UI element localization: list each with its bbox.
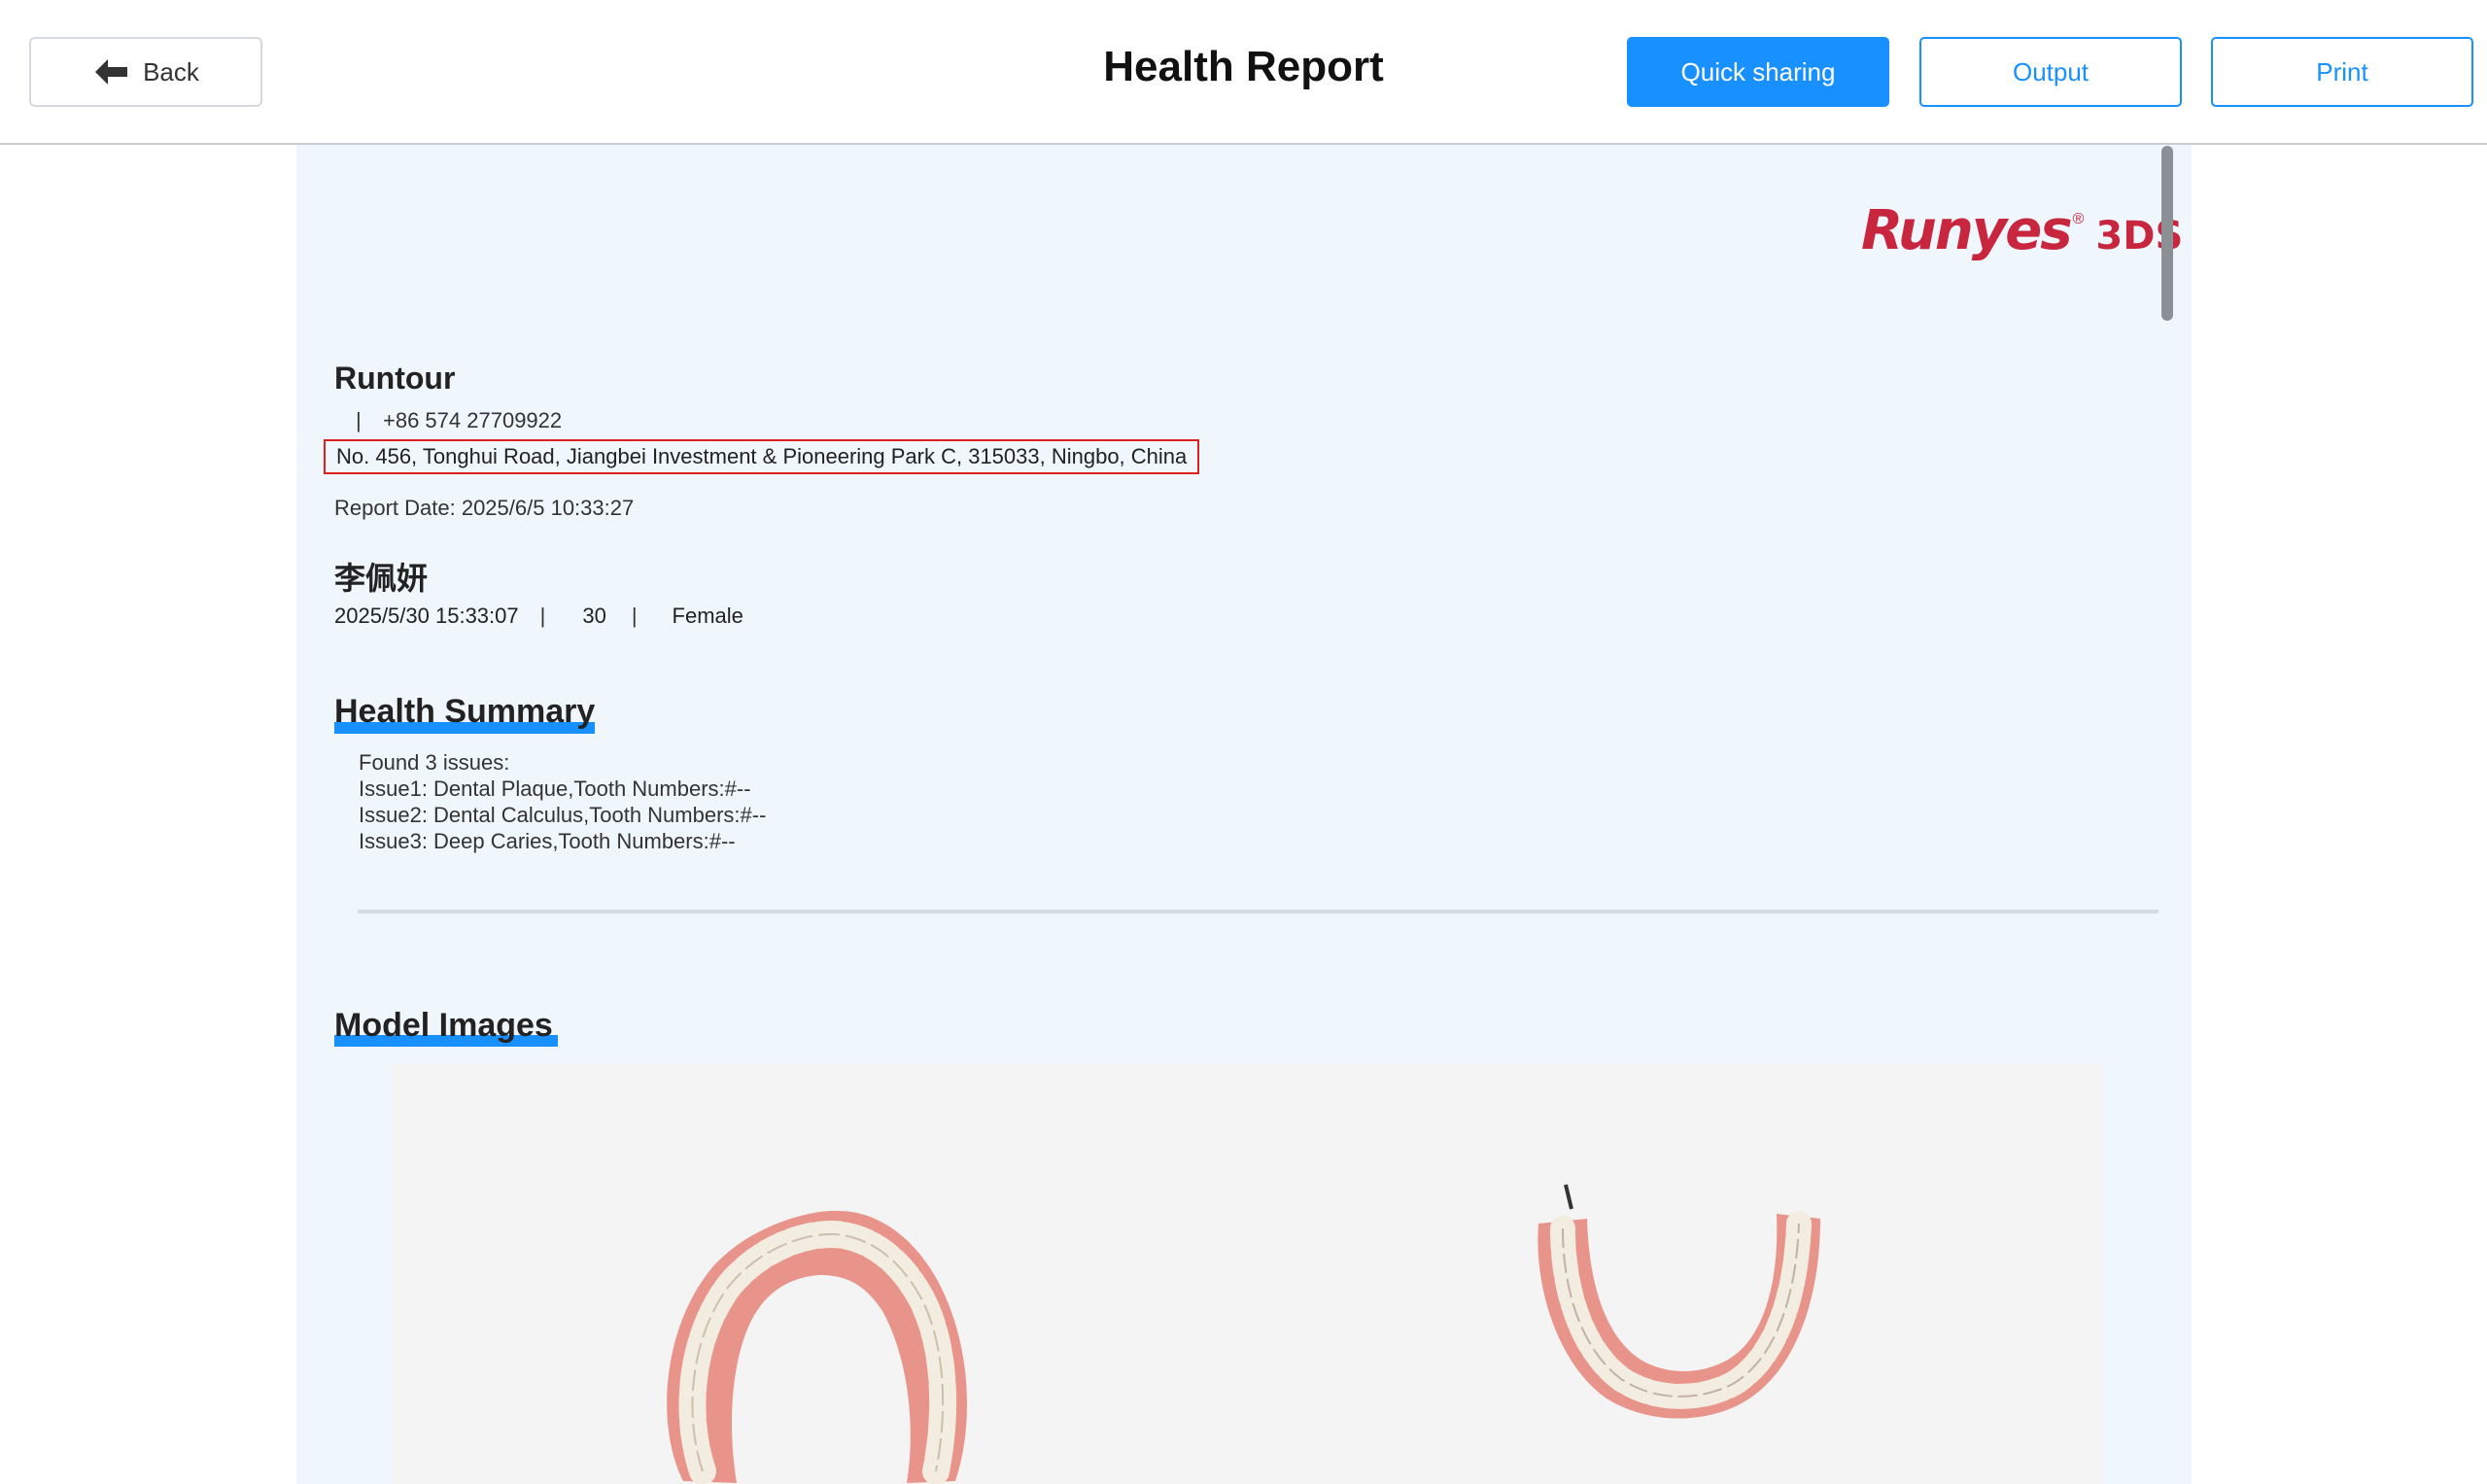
summary-line: Issue3: Deep Caries,Tooth Numbers:#--: [359, 829, 736, 853]
quick-sharing-label: Quick sharing: [1680, 56, 1836, 86]
report-scrollbar[interactable]: [2161, 146, 2173, 321]
health-summary-title: Health Summary: [334, 693, 596, 730]
output-button[interactable]: Output: [1919, 37, 2182, 107]
summary-line: Issue1: Dental Plaque,Tooth Numbers:#--: [359, 777, 751, 801]
back-button[interactable]: Back: [29, 37, 262, 107]
clinic-phone: +86 574 27709922: [383, 408, 563, 432]
scan-time: 2025/5/30 15:33:07: [334, 604, 519, 628]
patient-separator: |: [539, 604, 546, 628]
phone-separator: |: [356, 408, 362, 432]
back-button-label: Back: [143, 56, 199, 86]
output-label: Output: [2012, 56, 2090, 86]
upper-jaw-model-image: [667, 1210, 967, 1484]
patient-gender: Female: [672, 604, 743, 628]
clinic-address-text: No. 456, Tonghui Road, Jiangbei Investme…: [336, 444, 1188, 468]
model-images-title: Model Images: [334, 1007, 553, 1044]
summary-line: Found 3 issues:: [359, 750, 510, 775]
health-summary-body: Found 3 issues: Issue1: Dental Plaque,To…: [359, 749, 766, 854]
section-divider: [358, 910, 2159, 914]
top-bar: Back Health Report Quick sharing Output …: [0, 0, 2487, 145]
model-images-panel: [392, 1063, 2102, 1484]
patient-separator: |: [631, 604, 638, 628]
print-button[interactable]: Print: [2211, 37, 2473, 107]
logo-registered-mark: ®: [2072, 211, 2085, 227]
arrow-left-icon: [95, 59, 128, 85]
report-date: Report Date: 2025/6/5 10:33:27: [334, 496, 635, 520]
clinic-name: Runtour: [334, 361, 456, 396]
patient-age: 30: [582, 604, 606, 628]
logo-main-text: Runyes: [1861, 199, 2073, 262]
patient-name: 李佩妍: [334, 561, 429, 596]
patient-info-line: 2025/5/30 15:33:07 | 30 | Female: [334, 604, 743, 629]
runyes-logo: Runyes ® 3DS: [1861, 199, 2183, 262]
lower-jaw-model-image: [1537, 1184, 1820, 1419]
report-document: Runyes ® 3DS Runtour | +86 574 27709922 …: [296, 145, 2192, 1484]
quick-sharing-button[interactable]: Quick sharing: [1627, 37, 1889, 107]
clinic-address: No. 456, Tonghui Road, Jiangbei Investme…: [324, 439, 1200, 474]
summary-line: Issue2: Dental Calculus,Tooth Numbers:#-…: [359, 803, 767, 827]
print-label: Print: [2316, 56, 2368, 86]
